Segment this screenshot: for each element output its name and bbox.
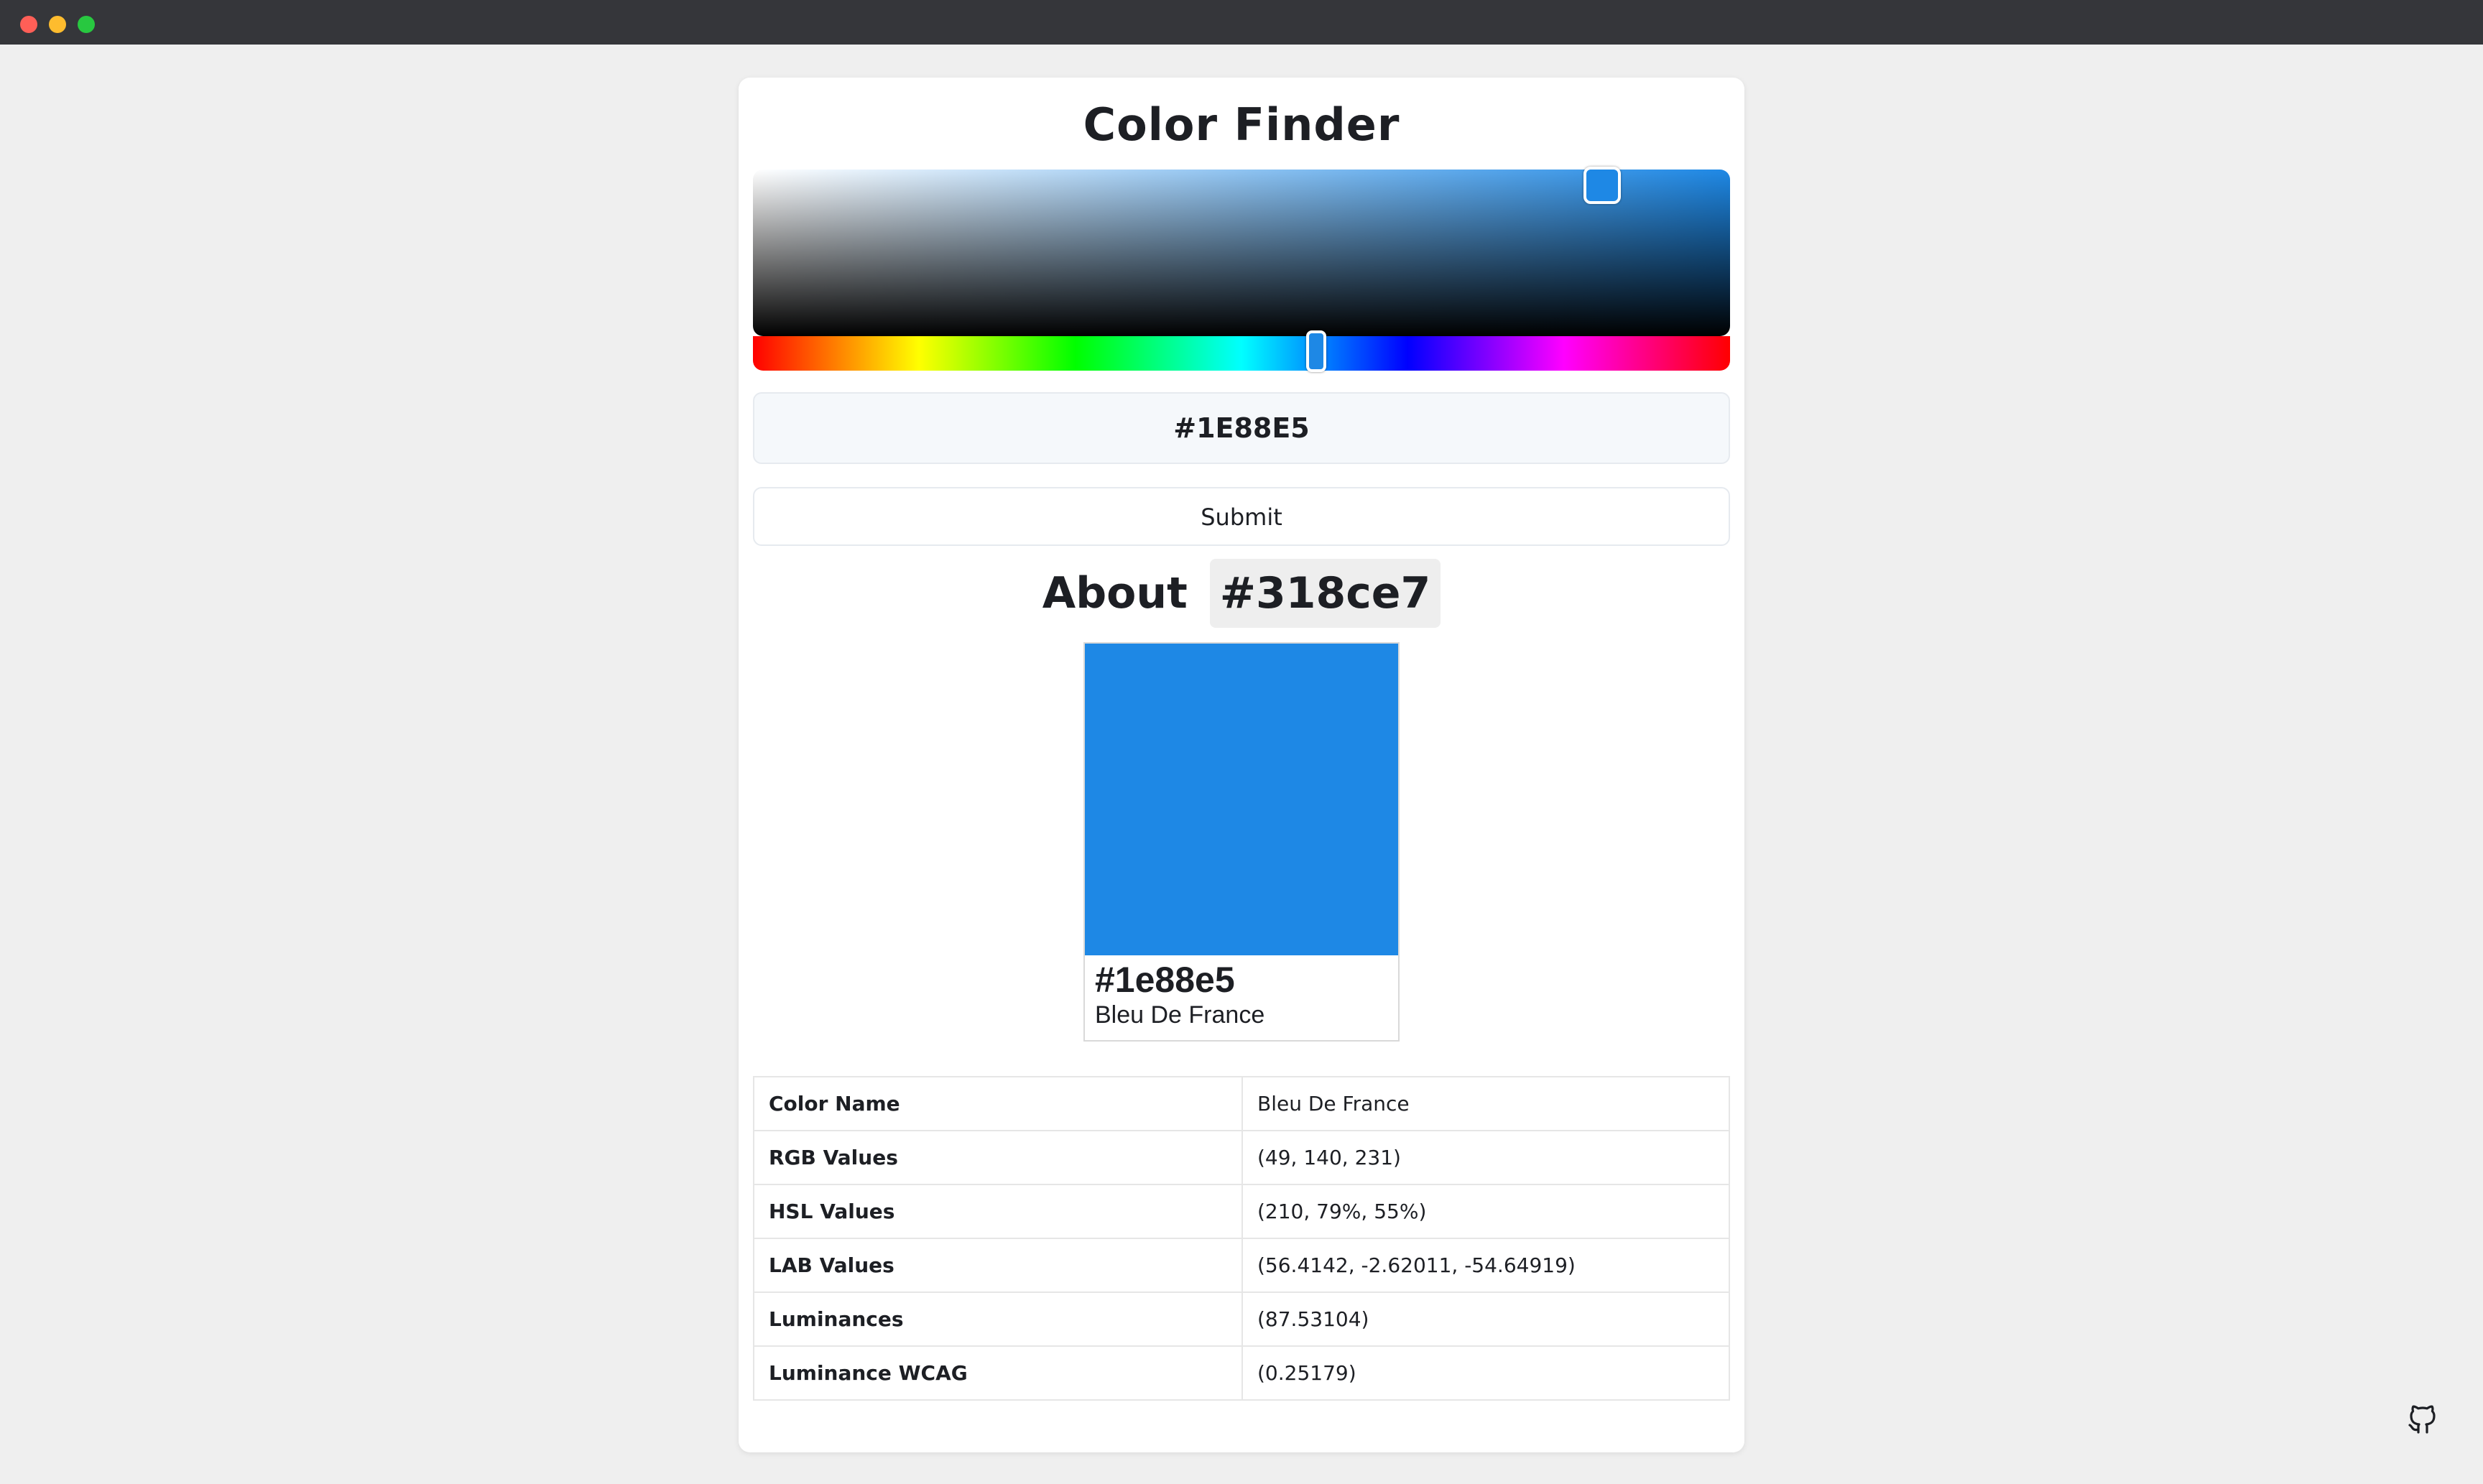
table-row: LAB Values (56.4142, -2.62011, -54.64919… [753, 1238, 1730, 1293]
color-swatch [1085, 644, 1398, 955]
row-key: Luminance WCAG [753, 1345, 1243, 1401]
window-titlebar [0, 0, 2483, 45]
zoom-window-button[interactable] [78, 16, 95, 33]
table-row: Luminances (87.53104) [753, 1291, 1730, 1347]
minimize-window-button[interactable] [49, 16, 66, 33]
about-prefix: About [1042, 568, 1188, 618]
color-swatch-card: #1e88e5 Bleu De France [1083, 642, 1400, 1042]
github-icon [2408, 1405, 2436, 1434]
row-value: Bleu De France [1242, 1076, 1730, 1131]
table-row: Color Name Bleu De France [753, 1076, 1730, 1131]
row-key: LAB Values [753, 1238, 1243, 1293]
table-row: HSL Values (210, 79%, 55%) [753, 1184, 1730, 1239]
row-value: (0.25179) [1242, 1345, 1730, 1401]
hue-slider[interactable] [753, 336, 1730, 371]
row-key: HSL Values [753, 1184, 1243, 1239]
about-heading: About #318ce7 [739, 559, 1744, 628]
row-key: RGB Values [753, 1130, 1243, 1185]
row-key: Luminances [753, 1291, 1243, 1347]
hue-slider-handle[interactable] [1306, 330, 1326, 372]
hex-input[interactable] [753, 392, 1730, 464]
table-row: RGB Values (49, 140, 231) [753, 1130, 1730, 1185]
github-link[interactable] [2405, 1402, 2440, 1437]
about-color-code: #318ce7 [1209, 559, 1441, 628]
color-info-table: Color Name Bleu De France RGB Values (49… [753, 1076, 1730, 1401]
swatch-color-name: Bleu De France [1095, 1001, 1265, 1029]
page-title: Color Finder [1083, 98, 1400, 151]
table-row: Luminance WCAG (0.25179) [753, 1345, 1730, 1401]
row-value: (210, 79%, 55%) [1242, 1184, 1730, 1239]
color-finder-card: Color Finder Submit About #318ce7 #1e88e… [739, 78, 1744, 1452]
row-value: (56.4142, -2.62011, -54.64919) [1242, 1238, 1730, 1293]
saturation-value-handle[interactable] [1583, 167, 1621, 204]
row-value: (87.53104) [1242, 1291, 1730, 1347]
row-value: (49, 140, 231) [1242, 1130, 1730, 1185]
swatch-hex: #1e88e5 [1095, 960, 1235, 1000]
close-window-button[interactable] [20, 16, 37, 33]
submit-button[interactable]: Submit [753, 487, 1730, 546]
row-key: Color Name [753, 1076, 1243, 1131]
